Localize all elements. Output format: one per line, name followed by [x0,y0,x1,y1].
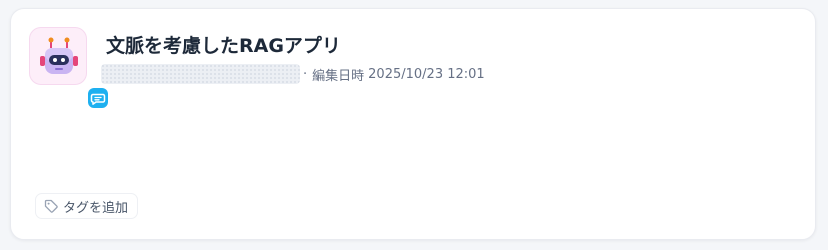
author-name-redacted [101,64,300,84]
meta-separator: · [303,66,308,82]
app-title[interactable]: 文脈を考慮したRAGアプリ [106,33,341,59]
chatbot-mode-badge [86,86,110,110]
chatbot-mode-icon [90,93,106,105]
robot-icon [40,37,78,74]
edited-timestamp: 2025/10/23 12:01 [368,66,485,82]
add-tag-button[interactable]: タグを追加 [35,193,139,219]
edited-label: 編集日時 [312,68,365,84]
tag-icon [44,199,58,213]
add-tag-label: タグを追加 [63,200,129,216]
app-icon [29,27,110,110]
app-card[interactable]: 文脈を考慮したRAGアプリ · 編集日時 2025/10/23 12:01 タグ… [10,8,816,240]
app-meta: · 編集日時 2025/10/23 12:01 [101,63,485,85]
